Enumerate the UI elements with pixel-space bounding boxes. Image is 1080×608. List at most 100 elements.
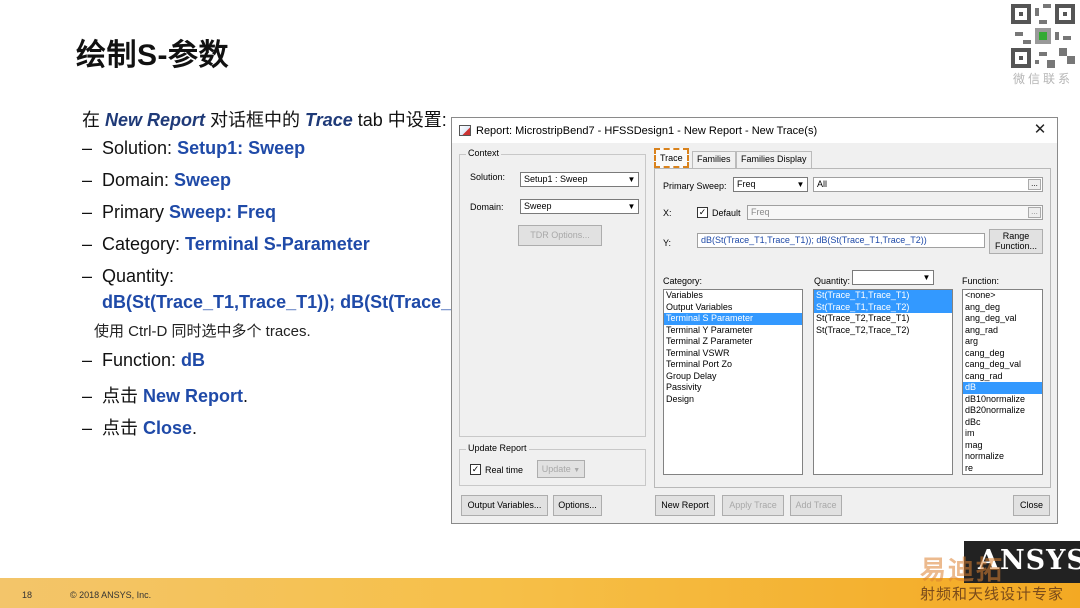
bullet-quantity: – Quantity: xyxy=(82,266,175,286)
function-list[interactable]: <none> ang_deg ang_deg_val ang_rad arg cang_d… xyxy=(962,289,1043,475)
list-item[interactable]: St(Trace_T2,Trace_T2) xyxy=(814,325,952,337)
list-item[interactable]: re xyxy=(963,463,1042,475)
list-item[interactable]: arg xyxy=(963,336,1042,348)
new-report-button[interactable]: New Report xyxy=(655,495,715,516)
list-item[interactable]: cang_deg xyxy=(963,348,1042,360)
quantity-filter-select[interactable]: ▼ xyxy=(852,270,934,285)
update-report-group: Update Report ✓ Real time Update ▼ xyxy=(459,443,646,486)
quantity-list[interactable]: St(Trace_T1,Trace_T1) St(Trace_T1,Trace_T… xyxy=(813,289,953,475)
chevron-down-icon: ▼ xyxy=(627,202,636,211)
qr-caption: 微信联系 xyxy=(1012,72,1073,86)
list-item[interactable]: cang_rad xyxy=(963,371,1042,383)
intro-line: 在 New Report 对话框中的 Trace tab 中设置: xyxy=(82,106,447,132)
domain-select-value: Sweep xyxy=(524,201,552,211)
apply-trace-button[interactable]: Apply Trace xyxy=(722,495,784,516)
list-item[interactable]: dB20normalize xyxy=(963,405,1042,417)
intro-prefix: 在 xyxy=(82,110,106,130)
list-item[interactable]: Terminal Y Parameter xyxy=(664,325,802,337)
list-item[interactable]: normalize xyxy=(963,451,1042,463)
bullet-category: – Category: Terminal S-Parameter xyxy=(82,234,370,254)
list-item[interactable]: Terminal VSWR xyxy=(664,348,802,360)
range-button-line2: Function... xyxy=(994,241,1038,251)
list-item[interactable]: ang_deg xyxy=(963,302,1042,314)
bullet-function: – Function: dB xyxy=(82,350,206,370)
output-variables-button[interactable]: Output Variables... xyxy=(461,495,548,516)
range-function-button[interactable]: Range Function... xyxy=(989,229,1043,254)
list-item[interactable]: Group Delay xyxy=(664,371,802,383)
primary-sweep-all: All xyxy=(817,179,828,189)
slide-title: 绘制S-参数 xyxy=(76,39,229,72)
list-item[interactable]: St(Trace_T1,Trace_T2) xyxy=(814,301,952,313)
function-label: Function: xyxy=(962,276,1000,286)
list-item[interactable]: mag xyxy=(963,440,1042,452)
x-field[interactable]: Freq ... xyxy=(747,205,1043,220)
list-item[interactable]: Passivity xyxy=(664,382,802,394)
add-trace-button[interactable]: Add Trace xyxy=(790,495,842,516)
list-item[interactable]: Output Variables xyxy=(664,302,802,314)
primary-sweep-select[interactable]: Freq ▼ xyxy=(733,177,808,192)
update-button[interactable]: Update ▼ xyxy=(537,460,585,478)
list-item[interactable]: Terminal S Parameter xyxy=(664,313,802,325)
x-field-value: Freq xyxy=(751,207,770,217)
page-number: 18 xyxy=(22,590,33,600)
domain-label: Domain: xyxy=(470,202,504,212)
x-default-label: Default xyxy=(712,208,741,218)
more-icon[interactable]: ... xyxy=(1028,179,1041,190)
footer-bar: 18 © 2018 ANSYS, Inc. xyxy=(0,578,1080,608)
primary-sweep-values-field[interactable]: All ... xyxy=(813,177,1043,192)
list-item[interactable]: dB xyxy=(963,382,1042,394)
report-app-icon xyxy=(459,125,471,136)
list-item[interactable]: dBc xyxy=(963,417,1042,429)
range-button-line1: Range xyxy=(1002,231,1030,241)
close-button[interactable]: Close xyxy=(1013,495,1050,516)
intro-report: New Report xyxy=(105,110,206,130)
copyright: © 2018 ANSYS, Inc. xyxy=(70,590,152,600)
context-group-label: Context xyxy=(466,148,502,158)
realtime-checkbox[interactable]: ✓ xyxy=(470,464,481,475)
list-item[interactable]: ang_rad xyxy=(963,325,1042,337)
primary-sweep-value: Freq xyxy=(737,179,756,189)
context-group: Context Solution: Setup1 : Sweep ▼ Domai… xyxy=(459,148,646,437)
watermark-subtitle: 射频和天线设计专家 xyxy=(920,586,1065,603)
tdr-options-button[interactable]: TDR Options... xyxy=(518,225,602,246)
x-default-checkbox[interactable]: ✓ xyxy=(697,207,708,218)
list-item[interactable]: Variables xyxy=(664,290,802,302)
x-label: X: xyxy=(663,208,672,218)
category-list[interactable]: Variables Output Variables Terminal S Para… xyxy=(663,289,803,475)
more-icon[interactable]: ... xyxy=(1028,207,1041,218)
tab-families-display[interactable]: Families Display xyxy=(736,151,812,168)
trace-tab-panel: Primary Sweep: Freq ▼ All ... X: ✓ Defau… xyxy=(654,168,1051,488)
chevron-down-icon: ▼ xyxy=(922,273,931,282)
domain-select[interactable]: Sweep ▼ xyxy=(520,199,639,214)
options-button[interactable]: Options... xyxy=(553,495,602,516)
y-label: Y: xyxy=(663,238,672,248)
list-item[interactable]: ang_deg_val xyxy=(963,313,1042,325)
solution-select[interactable]: Setup1 : Sweep ▼ xyxy=(520,172,639,187)
tab-families[interactable]: Families xyxy=(692,151,736,168)
list-item[interactable]: cang_deg_val xyxy=(963,359,1042,371)
intro-suffix: tab 中设置: xyxy=(352,110,447,130)
list-item[interactable]: <none> xyxy=(963,290,1042,302)
list-item[interactable]: Terminal Port Zo xyxy=(664,359,802,371)
bullet-solution: – Solution: Setup1: Sweep xyxy=(82,138,306,158)
bullet-click-new-report: – 点击 New Report. xyxy=(82,386,249,406)
qr-code xyxy=(1011,4,1075,68)
tab-trace[interactable]: Trace xyxy=(654,148,689,168)
chevron-down-icon: ▼ xyxy=(627,175,636,184)
list-item[interactable]: St(Trace_T1,Trace_T1) xyxy=(814,290,952,302)
update-button-label: Update xyxy=(541,464,571,474)
new-trace-dialog: Report: MicrostripBend7 - HFSSDesign1 - … xyxy=(451,117,1058,524)
dialog-titlebar[interactable]: Report: MicrostripBend7 - HFSSDesign1 - … xyxy=(452,118,1057,143)
dialog-title: Report: MicrostripBend7 - HFSSDesign1 - … xyxy=(476,125,818,137)
list-item[interactable]: im xyxy=(963,428,1042,440)
chevron-down-icon: ▼ xyxy=(796,180,805,189)
close-icon[interactable]: ✕ xyxy=(1029,120,1051,140)
update-report-label: Update Report xyxy=(466,443,529,453)
quantity-label: Quantity: xyxy=(814,276,851,286)
list-item[interactable]: Terminal Z Parameter xyxy=(664,336,802,348)
list-item[interactable]: St(Trace_T2,Trace_T1) xyxy=(814,313,952,325)
list-item[interactable]: Design xyxy=(664,394,802,406)
chevron-down-icon: ▼ xyxy=(573,467,581,474)
list-item[interactable]: dB10normalize xyxy=(963,394,1042,406)
y-expression-field[interactable]: dB(St(Trace_T1,Trace_T1)); dB(St(Trace_T… xyxy=(697,233,985,248)
